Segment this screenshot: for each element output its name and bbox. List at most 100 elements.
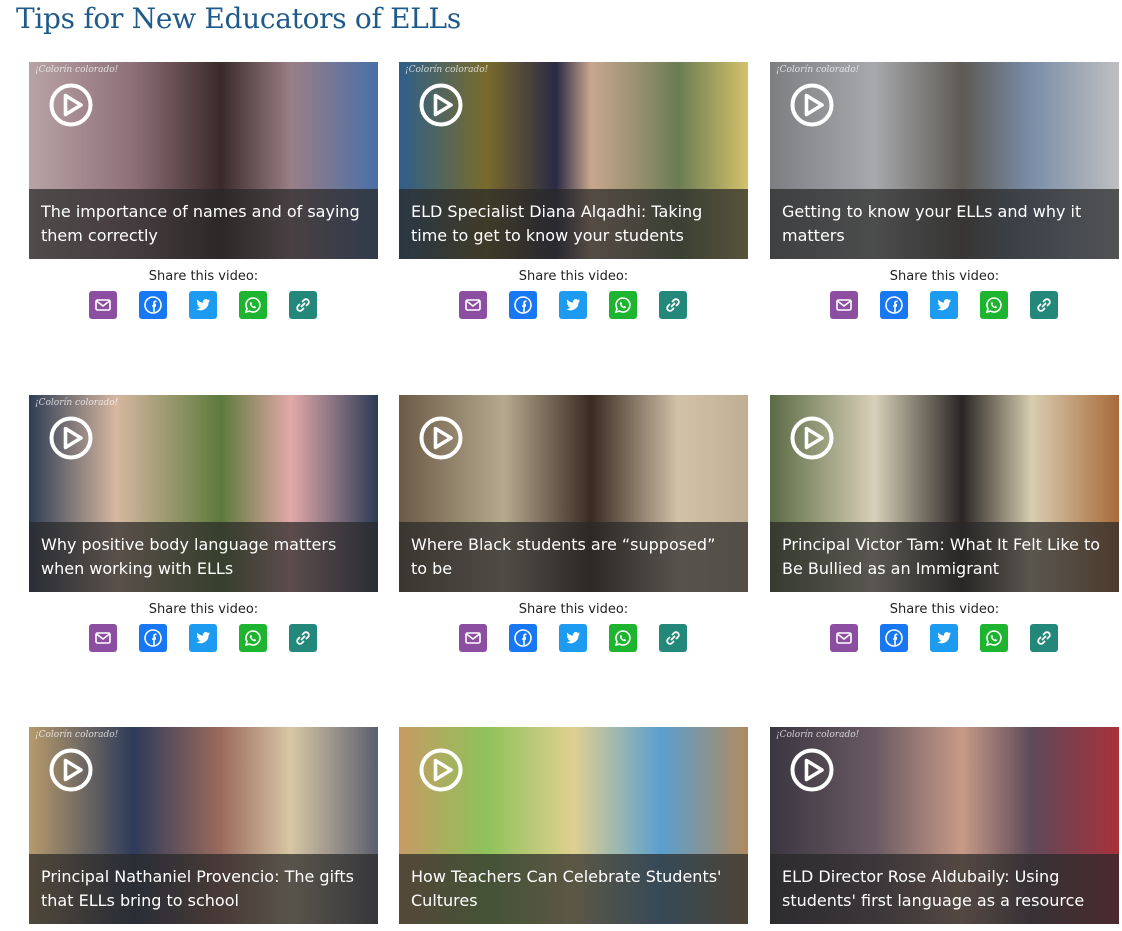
share-facebook-button[interactable]	[880, 624, 908, 652]
brand-watermark: ¡Colorín colorado!	[35, 65, 119, 75]
video-thumbnail[interactable]: ¡Colorín colorado! Principal Nathaniel Pr…	[29, 727, 378, 924]
video-thumbnail[interactable]: ¡Colorín colorado! ELD Director Rose Aldu…	[770, 727, 1119, 924]
twitter-icon	[193, 295, 213, 315]
share-facebook-button[interactable]	[139, 291, 167, 319]
play-icon[interactable]	[419, 416, 463, 460]
share-buttons	[769, 291, 1119, 319]
share-twitter-button[interactable]	[189, 624, 217, 652]
share-email-button[interactable]	[89, 624, 117, 652]
video-card: Principal Victor Tam: What It Felt Like …	[770, 395, 1119, 652]
play-icon[interactable]	[790, 748, 834, 792]
email-icon	[463, 628, 483, 648]
share-label: Share this video:	[889, 269, 1000, 284]
share-twitter-button[interactable]	[930, 291, 958, 319]
video-thumbnail[interactable]: Principal Victor Tam: What It Felt Like …	[770, 395, 1119, 592]
share-copy-link-button[interactable]	[289, 291, 317, 319]
twitter-icon	[934, 295, 954, 315]
whatsapp-icon	[613, 628, 633, 648]
share-facebook-button[interactable]	[509, 291, 537, 319]
share-email-button[interactable]	[830, 624, 858, 652]
share-email-button[interactable]	[830, 291, 858, 319]
play-icon[interactable]	[49, 416, 93, 460]
facebook-icon	[884, 295, 904, 315]
twitter-icon	[193, 628, 213, 648]
play-icon[interactable]	[419, 748, 463, 792]
video-thumbnail[interactable]: ¡Colorín colorado! Getting to know your E…	[770, 62, 1119, 259]
video-title[interactable]: ELD Specialist Diana Alqadhi: Taking tim…	[399, 189, 748, 259]
share-facebook-button[interactable]	[880, 291, 908, 319]
link-icon	[293, 295, 313, 315]
play-icon[interactable]	[790, 416, 834, 460]
share-copy-link-button[interactable]	[659, 291, 687, 319]
facebook-icon	[884, 628, 904, 648]
video-thumbnail[interactable]: How Teachers Can Celebrate Students' Cul…	[399, 727, 748, 924]
share-buttons	[769, 624, 1119, 652]
share-whatsapp-button[interactable]	[980, 624, 1008, 652]
video-title[interactable]: How Teachers Can Celebrate Students' Cul…	[399, 854, 748, 924]
share-copy-link-button[interactable]	[659, 624, 687, 652]
share-label: Share this video:	[148, 602, 259, 617]
video-thumbnail[interactable]: ¡Colorín colorado! The importance of name…	[29, 62, 378, 259]
video-thumbnail[interactable]: ¡Colorín colorado! ELD Specialist Diana A…	[399, 62, 748, 259]
video-card: ¡Colorín colorado! ELD Director Rose Aldu…	[770, 727, 1119, 924]
video-card: ¡Colorín colorado! Why positive body lang…	[29, 395, 378, 652]
share-whatsapp-button[interactable]	[609, 291, 637, 319]
share-email-button[interactable]	[459, 291, 487, 319]
video-title[interactable]: Principal Nathaniel Provencio: The gifts…	[29, 854, 378, 924]
video-card: How Teachers Can Celebrate Students' Cul…	[399, 727, 748, 924]
video-thumbnail[interactable]: ¡Colorín colorado! Why positive body lang…	[29, 395, 378, 592]
share-whatsapp-button[interactable]	[239, 624, 267, 652]
page-title: Tips for New Educators of ELLs	[16, 2, 461, 35]
share-label: Share this video:	[889, 602, 1000, 617]
share-buttons	[398, 291, 748, 319]
link-icon	[663, 295, 683, 315]
video-title[interactable]: Where Black students are “supposed” to b…	[399, 522, 748, 592]
video-card: Where Black students are “supposed” to b…	[399, 395, 748, 652]
share-label: Share this video:	[518, 269, 629, 284]
share-buttons	[28, 291, 378, 319]
whatsapp-icon	[984, 295, 1004, 315]
video-title[interactable]: ELD Director Rose Aldubaily: Using stude…	[770, 854, 1119, 924]
email-icon	[834, 295, 854, 315]
email-icon	[93, 295, 113, 315]
whatsapp-icon	[984, 628, 1004, 648]
video-title[interactable]: Why positive body language matters when …	[29, 522, 378, 592]
share-twitter-button[interactable]	[189, 291, 217, 319]
play-icon[interactable]	[790, 83, 834, 127]
link-icon	[1034, 295, 1054, 315]
play-icon[interactable]	[419, 83, 463, 127]
video-grid: ¡Colorín colorado! The importance of name…	[29, 62, 1119, 931]
brand-watermark: ¡Colorín colorado!	[35, 398, 119, 408]
brand-watermark: ¡Colorín colorado!	[405, 65, 489, 75]
share-copy-link-button[interactable]	[1030, 624, 1058, 652]
share-twitter-button[interactable]	[559, 624, 587, 652]
video-card: ¡Colorín colorado! The importance of name…	[29, 62, 378, 319]
video-title[interactable]: The importance of names and of saying th…	[29, 189, 378, 259]
share-twitter-button[interactable]	[930, 624, 958, 652]
video-thumbnail[interactable]: Where Black students are “supposed” to b…	[399, 395, 748, 592]
facebook-icon	[513, 628, 533, 648]
share-email-button[interactable]	[89, 291, 117, 319]
share-facebook-button[interactable]	[139, 624, 167, 652]
play-icon[interactable]	[49, 748, 93, 792]
share-whatsapp-button[interactable]	[239, 291, 267, 319]
video-title[interactable]: Principal Victor Tam: What It Felt Like …	[770, 522, 1119, 592]
brand-watermark: ¡Colorín colorado!	[776, 65, 860, 75]
video-title[interactable]: Getting to know your ELLs and why it mat…	[770, 189, 1119, 259]
video-card: ¡Colorín colorado! Getting to know your E…	[770, 62, 1119, 319]
email-icon	[93, 628, 113, 648]
share-copy-link-button[interactable]	[1030, 291, 1058, 319]
email-icon	[463, 295, 483, 315]
play-icon[interactable]	[49, 83, 93, 127]
twitter-icon	[934, 628, 954, 648]
share-buttons	[28, 624, 378, 652]
email-icon	[834, 628, 854, 648]
twitter-icon	[563, 295, 583, 315]
share-twitter-button[interactable]	[559, 291, 587, 319]
whatsapp-icon	[613, 295, 633, 315]
share-whatsapp-button[interactable]	[980, 291, 1008, 319]
share-whatsapp-button[interactable]	[609, 624, 637, 652]
share-email-button[interactable]	[459, 624, 487, 652]
share-copy-link-button[interactable]	[289, 624, 317, 652]
share-facebook-button[interactable]	[509, 624, 537, 652]
